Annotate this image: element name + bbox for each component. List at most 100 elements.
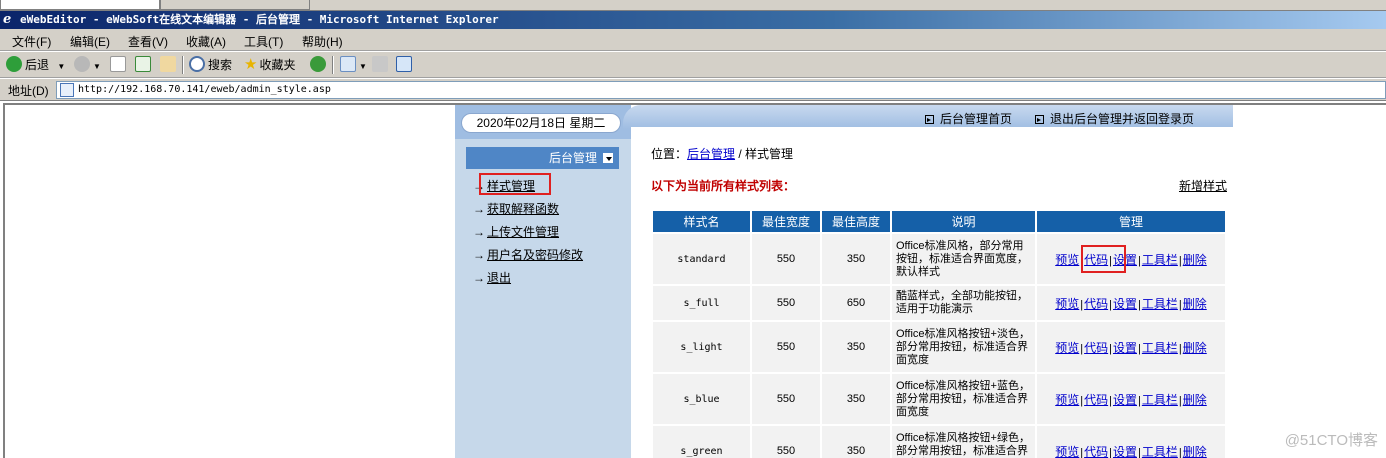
actions-cell: 预览|代码|设置|工具栏|删除 (1037, 426, 1225, 458)
col-header: 最佳高度 (822, 211, 890, 232)
width-cell: 550 (752, 286, 820, 320)
menu-view[interactable]: 查看(V) (128, 33, 168, 50)
height-cell: 350 (822, 374, 890, 424)
address-input[interactable]: http://192.168.70.141/eweb/admin_style.a… (56, 81, 1386, 99)
back-dropdown-icon[interactable]: ▼ (57, 62, 65, 71)
refresh-button[interactable] (135, 55, 154, 75)
favorites-label: 收藏夹 (259, 58, 296, 72)
watermark: @51CTO博客 (1284, 432, 1378, 449)
history-button[interactable] (310, 55, 329, 75)
sidebar-item-upload-files[interactable]: → 上传文件管理 (473, 223, 559, 240)
preview-link[interactable]: 预览 (1055, 297, 1079, 311)
forward-arrow-icon (74, 56, 90, 72)
collapse-icon[interactable] (603, 153, 613, 163)
sidebar-item-label[interactable]: 上传文件管理 (487, 225, 559, 239)
action-separator: | (1080, 394, 1084, 407)
menu-help[interactable]: 帮助(H) (302, 33, 343, 50)
style-name-cell: s_blue (653, 374, 750, 424)
arrow-right-icon: → (473, 202, 485, 216)
sidebar-item-label[interactable]: 用户名及密码修改 (487, 248, 583, 262)
menu-tools[interactable]: 工具(T) (244, 33, 283, 50)
preview-link[interactable]: 预览 (1055, 393, 1079, 407)
code-link[interactable]: 代码 (1084, 341, 1108, 355)
toolbar-link[interactable]: 工具栏 (1142, 393, 1178, 407)
action-separator: | (1080, 298, 1084, 311)
history-icon (310, 56, 326, 72)
main-panel: 位置：后台管理 / 样式管理 以下为当前所有样式列表： 新增样式 样式名 最佳宽… (631, 127, 1233, 458)
list-title: 以下为当前所有样式列表： (651, 179, 796, 193)
toolbar-link[interactable]: 工具栏 (1142, 341, 1178, 355)
style-name-cell: s_full (653, 286, 750, 320)
col-header: 最佳宽度 (752, 211, 820, 232)
delete-link[interactable]: 删除 (1183, 297, 1207, 311)
edit-button[interactable] (396, 55, 415, 75)
settings-link[interactable]: 设置 (1113, 445, 1137, 458)
forward-dropdown-icon[interactable]: ▼ (93, 62, 101, 71)
highlight-box (1081, 245, 1126, 273)
tab-active[interactable] (0, 0, 160, 10)
mail-dropdown-icon[interactable]: ▼ (359, 62, 367, 71)
code-link[interactable]: 代码 (1084, 393, 1108, 407)
table-row: s_light 550 350 Office标准风格按钮+淡色，部分常用按钮，标准适合… (653, 322, 1225, 372)
settings-link[interactable]: 设置 (1113, 393, 1137, 407)
back-button[interactable]: 后退 ▼ (6, 55, 65, 75)
delete-link[interactable]: 删除 (1183, 445, 1207, 458)
toolbar-link[interactable]: 工具栏 (1142, 297, 1178, 311)
code-link[interactable]: 代码 (1084, 445, 1108, 458)
col-header: 管理 (1037, 211, 1225, 232)
preview-link[interactable]: 预览 (1055, 253, 1079, 267)
style-table: 样式名 最佳宽度 最佳高度 说明 管理 standard 550 350 Office… (651, 209, 1227, 458)
admin-home-link[interactable]: 后台管理首页 (925, 110, 1012, 127)
mail-button[interactable]: ▼ (340, 55, 367, 75)
action-separator: | (1080, 342, 1084, 355)
action-separator: | (1080, 446, 1084, 458)
tab-inactive[interactable] (160, 0, 310, 10)
forward-button[interactable]: ▼ (74, 55, 101, 75)
toolbar: 后退 ▼ ▼ 搜索 ★ 收藏夹 ▼ (0, 52, 1386, 78)
action-separator: | (1178, 394, 1182, 407)
home-button[interactable] (160, 55, 179, 75)
menu-edit[interactable]: 编辑(E) (70, 33, 110, 50)
height-cell: 650 (822, 286, 890, 320)
delete-link[interactable]: 删除 (1183, 393, 1207, 407)
toolbar-link[interactable]: 工具栏 (1142, 253, 1178, 267)
stop-button[interactable] (110, 55, 129, 75)
preview-link[interactable]: 预览 (1055, 341, 1079, 355)
logout-return-link[interactable]: 退出后台管理并返回登录页 (1035, 110, 1194, 127)
col-header: 样式名 (653, 211, 750, 232)
new-style-link[interactable]: 新增样式 (1179, 177, 1227, 194)
sidebar-header[interactable]: 后台管理 (466, 147, 619, 169)
sidebar-item-label[interactable]: 获取解释函数 (487, 202, 559, 216)
toolbar-link[interactable]: 工具栏 (1142, 445, 1178, 458)
preview-link[interactable]: 预览 (1055, 445, 1079, 458)
sidebar-item-change-password[interactable]: → 用户名及密码修改 (473, 246, 583, 263)
sidebar-item-get-functions[interactable]: → 获取解释函数 (473, 200, 559, 217)
settings-link[interactable]: 设置 (1113, 297, 1137, 311)
menu-favorites[interactable]: 收藏(A) (186, 33, 226, 50)
delete-link[interactable]: 删除 (1183, 253, 1207, 267)
address-label: 地址(D) (8, 84, 49, 98)
sidebar-title: 后台管理 (548, 151, 597, 165)
home-icon (160, 56, 176, 72)
sidebar-item-logout[interactable]: → 退出 (473, 269, 511, 286)
menu-file[interactable]: 文件(F) (12, 33, 51, 50)
sidebar: 后台管理 → 样式管理 → 获取解释函数 → 上传文件管理 → 用户名及密码修改 → 退出 (455, 139, 631, 458)
back-label: 后退 (25, 58, 50, 72)
action-separator: | (1109, 394, 1112, 407)
delete-link[interactable]: 删除 (1183, 341, 1207, 355)
search-button[interactable]: 搜索 (189, 55, 232, 75)
height-cell: 350 (822, 322, 890, 372)
arrow-right-icon: → (473, 248, 485, 262)
favorites-button[interactable]: ★ 收藏夹 (244, 55, 295, 75)
breadcrumb-admin-link[interactable]: 后台管理 (687, 147, 735, 161)
table-row: s_full 550 650 酷蓝样式，全部功能按钮，适用于功能演示 预览|代码|设置|… (653, 286, 1225, 320)
print-button[interactable] (372, 55, 391, 75)
actions-cell: 预览|代码|设置|工具栏|删除 (1037, 374, 1225, 424)
mail-icon (340, 56, 356, 72)
settings-link[interactable]: 设置 (1113, 341, 1137, 355)
action-separator: | (1178, 254, 1182, 267)
height-cell: 350 (822, 426, 890, 458)
sidebar-item-label[interactable]: 退出 (487, 271, 511, 285)
code-link[interactable]: 代码 (1084, 297, 1108, 311)
action-separator: | (1109, 342, 1112, 355)
